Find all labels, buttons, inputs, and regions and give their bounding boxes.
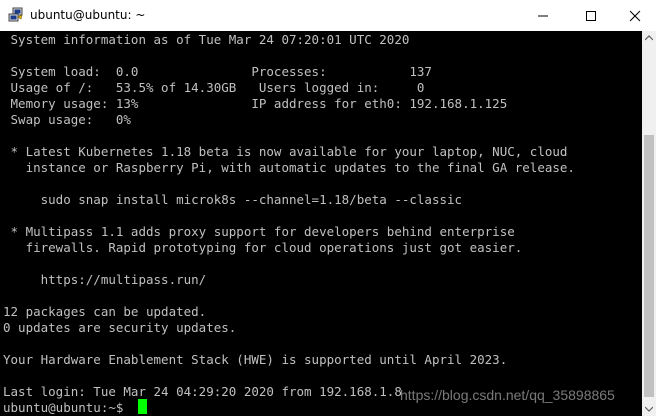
scrollbar-thumb[interactable] [644, 135, 654, 397]
terminal-cursor [138, 399, 147, 414]
chevron-down-icon [645, 406, 653, 412]
terminal-line: Last login: Tue Mar 24 04:29:20 2020 fro… [3, 384, 402, 399]
minimize-icon [538, 15, 548, 16]
terminal-line: System information as of Tue Mar 24 07:2… [3, 32, 410, 47]
terminal-line: * Latest Kubernetes 1.18 beta is now ava… [3, 144, 568, 159]
terminal-line: 12 packages can be updated. [3, 304, 207, 319]
terminal-line: Your Hardware Enablement Stack (HWE) is … [3, 352, 508, 367]
terminal-line: firewalls. Rapid prototyping for cloud o… [3, 240, 523, 255]
terminal-line: 0 updates are security updates. [3, 320, 237, 335]
maximize-icon [586, 10, 596, 21]
terminal-output[interactable]: System information as of Tue Mar 24 07:2… [0, 31, 642, 416]
terminal-line: System load: 0.0 Processes: 137 [3, 64, 432, 79]
terminal-prompt[interactable]: ubuntu@ubuntu:~$ [3, 400, 131, 416]
terminal-line: * Multipass 1.1 adds proxy support for d… [3, 224, 515, 239]
chevron-up-icon [645, 35, 653, 41]
close-icon [629, 10, 641, 21]
vertical-scrollbar[interactable] [642, 31, 656, 416]
scroll-down-button[interactable] [642, 402, 656, 416]
maximize-button[interactable] [568, 0, 614, 31]
title-bar[interactable]: ubuntu@ubuntu: ~ [0, 0, 656, 31]
close-button[interactable] [612, 0, 656, 31]
terminal-line: instance or Raspberry Pi, with automatic… [3, 160, 575, 175]
terminal-line: https://multipass.run/ [3, 272, 207, 287]
minimize-button[interactable] [520, 0, 566, 31]
terminal-line: sudo snap install microk8s --channel=1.1… [3, 192, 463, 207]
watermark: https://blog.csdn.net/qq_35898865 [400, 387, 615, 403]
scroll-up-button[interactable] [642, 31, 656, 45]
terminal-line: Usage of /: 53.5% of 14.30GB Users logge… [3, 80, 425, 95]
terminal-line: Swap usage: 0% [3, 112, 131, 127]
terminal-line: Memory usage: 13% IP address for eth0: 1… [3, 96, 508, 111]
putty-icon[interactable] [8, 7, 24, 23]
window-title: ubuntu@ubuntu: ~ [30, 8, 146, 22]
